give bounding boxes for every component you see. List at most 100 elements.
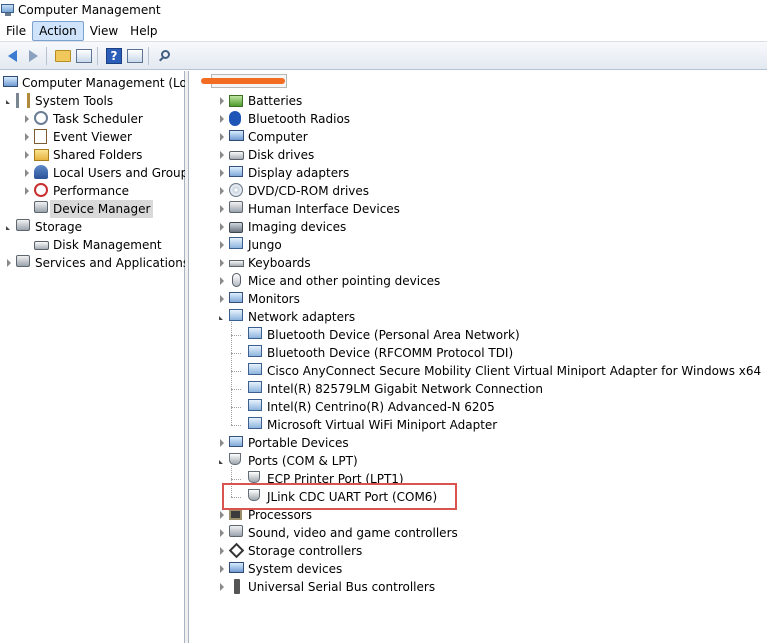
expand-arrow-icon[interactable]	[22, 133, 31, 142]
device-category-portable-devices[interactable]: Portable Devices	[217, 434, 349, 452]
expand-arrow-icon[interactable]	[217, 511, 226, 520]
collapse-arrow-icon[interactable]	[217, 313, 226, 322]
tree-item-performance[interactable]: Performance	[22, 182, 129, 200]
device-category-jungo[interactable]: Jungo	[217, 236, 282, 254]
expand-arrow-icon[interactable]	[217, 151, 226, 160]
tree-item-local-users-and-groups[interactable]: Local Users and Groups	[22, 164, 195, 182]
tree-item-task-scheduler[interactable]: Task Scheduler	[22, 110, 143, 128]
tree-connector	[231, 371, 241, 372]
back-button[interactable]	[3, 47, 21, 65]
device-category-monitors[interactable]: Monitors	[217, 290, 300, 308]
expand-arrow-icon[interactable]	[22, 115, 31, 124]
tree-item-system-tools[interactable]: System Tools	[4, 92, 113, 110]
up-one-level-button[interactable]	[54, 47, 72, 65]
tree-item-label: Computer Management (Local	[22, 76, 205, 90]
expand-arrow-icon[interactable]	[22, 151, 31, 160]
expand-arrow-icon[interactable]	[4, 259, 13, 268]
device-item[interactable]: ECP Printer Port (LPT1)	[236, 470, 404, 488]
device-category-ports-com-lpt-[interactable]: Ports (COM & LPT)	[217, 452, 358, 470]
device-category-bluetooth-radios[interactable]: Bluetooth Radios	[217, 110, 350, 128]
device-category-imaging-devices[interactable]: Imaging devices	[217, 218, 346, 236]
tree-item-services-and-applications[interactable]: Services and Applications	[4, 254, 189, 272]
expand-arrow-icon[interactable]	[217, 187, 226, 196]
expand-arrow-icon[interactable]	[217, 565, 226, 574]
device-category-mice-and-other-pointing-devices[interactable]: Mice and other pointing devices	[217, 272, 440, 290]
help-button[interactable]: ?	[105, 47, 123, 65]
menu-file[interactable]: File	[0, 21, 32, 41]
expand-arrow-icon[interactable]	[217, 205, 226, 214]
device-item[interactable]: Bluetooth Device (Personal Area Network)	[236, 326, 520, 344]
tree-item-storage[interactable]: Storage	[4, 218, 82, 236]
tree-item-label: Human Interface Devices	[248, 202, 400, 216]
tree-item-label: Task Scheduler	[53, 112, 143, 126]
display-adapter-icon	[229, 165, 245, 181]
expand-arrow-icon[interactable]	[217, 295, 226, 304]
menu-help[interactable]: Help	[124, 21, 163, 41]
expand-arrow-icon[interactable]	[22, 169, 31, 178]
menu-bar: File Action View Help	[0, 20, 767, 42]
device-category-batteries[interactable]: Batteries	[217, 92, 302, 110]
expand-arrow-icon[interactable]	[217, 583, 226, 592]
system-device-icon	[229, 561, 245, 577]
tree-item-event-viewer[interactable]: Event Viewer	[22, 128, 132, 146]
sound-icon	[229, 525, 245, 541]
device-item[interactable]: Intel(R) Centrino(R) Advanced-N 6205	[236, 398, 495, 416]
expand-arrow-icon[interactable]	[217, 115, 226, 124]
tree-item-label: DVD/CD-ROM drives	[248, 184, 370, 198]
tree-item-label: Bluetooth Device (Personal Area Network)	[267, 328, 520, 342]
expand-arrow-icon[interactable]	[217, 97, 226, 106]
device-category-keyboards[interactable]: Keyboards	[217, 254, 311, 272]
expand-arrow-icon[interactable]	[217, 547, 226, 556]
forward-button[interactable]	[24, 47, 42, 65]
show-hide-console-tree-button[interactable]	[75, 47, 93, 65]
performance-icon	[34, 183, 50, 199]
expand-arrow-icon[interactable]	[217, 439, 226, 448]
expand-arrow-icon[interactable]	[217, 259, 226, 268]
scan-hardware-changes-button[interactable]	[156, 47, 174, 65]
port-icon	[248, 471, 264, 487]
expand-arrow-icon[interactable]	[217, 133, 226, 142]
device-category-human-interface-devices[interactable]: Human Interface Devices	[217, 200, 400, 218]
device-category-disk-drives[interactable]: Disk drives	[217, 146, 314, 164]
title-bar: Computer Management	[0, 0, 767, 20]
toolbar-separator	[148, 46, 149, 65]
device-item[interactable]: JLink CDC UART Port (COM6)	[236, 488, 437, 506]
device-category-universal-serial-bus-controllers[interactable]: Universal Serial Bus controllers	[217, 578, 435, 596]
device-category-computer[interactable]: Computer	[217, 128, 308, 146]
show-hide-action-pane-button[interactable]	[126, 47, 144, 65]
tree-item-label: Bluetooth Radios	[248, 112, 351, 126]
tree-item-label: Computer	[248, 130, 308, 144]
tree-item-disk-management[interactable]: Disk Management	[22, 236, 162, 254]
storage-icon	[16, 219, 32, 235]
expand-arrow-icon[interactable]	[217, 169, 226, 178]
device-category-display-adapters[interactable]: Display adapters	[217, 164, 349, 182]
camera-icon	[229, 219, 245, 235]
expand-arrow-icon[interactable]	[22, 187, 31, 196]
device-item[interactable]: Microsoft Virtual WiFi Miniport Adapter	[236, 416, 497, 434]
device-item[interactable]: Bluetooth Device (RFCOMM Protocol TDI)	[236, 344, 513, 362]
tree-item-device-manager[interactable]: Device Manager	[22, 200, 154, 218]
device-category-sound-video-and-game-controllers[interactable]: Sound, video and game controllers	[217, 524, 458, 542]
tree-item-computer-management[interactable]: Computer Management (Local	[0, 74, 204, 92]
device-item[interactable]: Intel(R) 82579LM Gigabit Network Connect…	[236, 380, 543, 398]
expand-arrow-icon[interactable]	[217, 529, 226, 538]
menu-view[interactable]: View	[84, 21, 124, 41]
device-category-dvd-cd-rom-drives[interactable]: DVD/CD-ROM drives	[217, 182, 369, 200]
device-category-processors[interactable]: Processors	[217, 506, 312, 524]
menu-action[interactable]: Action	[32, 20, 84, 41]
tree-item-label: Disk Management	[53, 238, 162, 252]
network-adapter-icon	[248, 345, 264, 361]
tree-item-label: Network adapters	[248, 310, 356, 324]
collapse-arrow-icon[interactable]	[4, 97, 13, 106]
expand-arrow-icon[interactable]	[217, 223, 226, 232]
collapse-arrow-icon[interactable]	[217, 457, 226, 466]
device-category-system-devices[interactable]: System devices	[217, 560, 342, 578]
event-viewer-icon	[34, 129, 50, 145]
device-item[interactable]: Cisco AnyConnect Secure Mobility Client …	[236, 362, 761, 380]
expand-arrow-icon[interactable]	[217, 241, 226, 250]
device-category-network-adapters[interactable]: Network adapters	[217, 308, 355, 326]
device-category-storage-controllers[interactable]: Storage controllers	[217, 542, 362, 560]
expand-arrow-icon[interactable]	[217, 277, 226, 286]
tree-item-shared-folders[interactable]: Shared Folders	[22, 146, 142, 164]
collapse-arrow-icon[interactable]	[4, 223, 13, 232]
